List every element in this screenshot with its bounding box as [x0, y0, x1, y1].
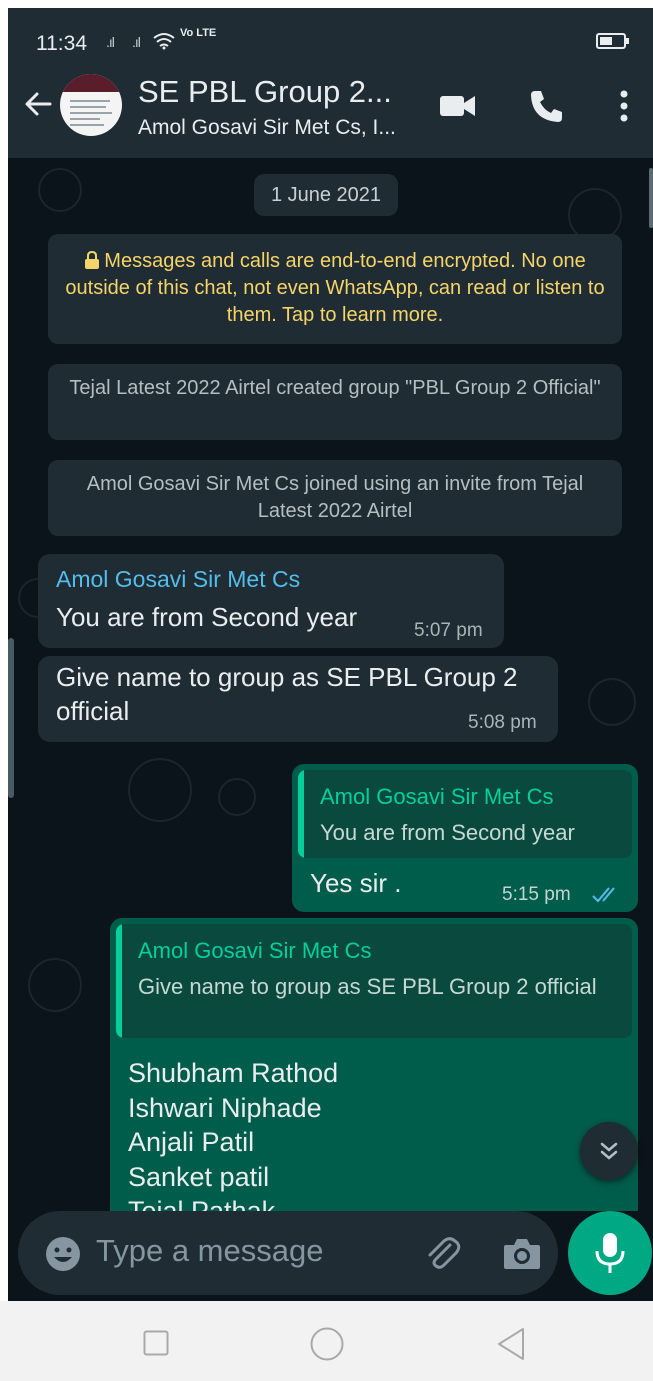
- date-chip: 1 June 2021: [254, 174, 398, 216]
- message-time: 5:07 pm: [414, 620, 483, 641]
- quoted-sender: Amol Gosavi Sir Met Cs: [320, 784, 554, 809]
- quoted-sender: Amol Gosavi Sir Met Cs: [138, 938, 372, 963]
- mic-button[interactable]: [568, 1211, 652, 1295]
- encryption-text: Messages and calls are end-to-end encryp…: [65, 250, 605, 326]
- chat-scrollbar[interactable]: [649, 168, 653, 228]
- system-nav-bar: [0, 1301, 653, 1381]
- message-text: You are from Second year: [56, 602, 358, 632]
- message-input[interactable]: Type a message: [18, 1211, 558, 1295]
- message-text: Yes sir .: [310, 868, 402, 898]
- camera-icon[interactable]: [502, 1235, 542, 1271]
- video-call-icon[interactable]: [438, 86, 478, 126]
- edge-handle: [8, 638, 14, 798]
- incoming-message[interactable]: Amol Gosavi Sir Met Cs You are from Seco…: [38, 554, 504, 648]
- message-line: Tejal Pathak: [128, 1196, 276, 1211]
- app-frame: 11:34 .ıl .ıl Vo LTE SE PBL Group 2... A…: [8, 8, 653, 1301]
- signal-icon: .ıl: [106, 34, 115, 50]
- chat-header: SE PBL Group 2... Amol Gosavi Sir Met Cs…: [8, 56, 653, 158]
- quoted-message[interactable]: Amol Gosavi Sir Met Cs Give name to grou…: [116, 924, 632, 1038]
- back-arrow-icon[interactable]: [20, 86, 56, 122]
- outgoing-message[interactable]: Amol Gosavi Sir Met Cs Give name to grou…: [110, 918, 638, 1211]
- chat-participants[interactable]: Amol Gosavi Sir Met Cs, I...: [138, 116, 396, 140]
- lock-icon: [84, 250, 100, 269]
- voice-call-icon[interactable]: [526, 86, 566, 126]
- message-composer: Type a message: [8, 1211, 653, 1301]
- system-message: Tejal Latest 2022 Airtel created group "…: [48, 364, 622, 440]
- network-indicator: Vo LTE: [180, 27, 217, 39]
- scroll-to-bottom-button[interactable]: [580, 1122, 638, 1180]
- back-nav-icon[interactable]: [495, 1327, 527, 1361]
- group-avatar[interactable]: [60, 74, 122, 136]
- message-line: Shubham Rathod: [128, 1058, 339, 1088]
- wifi-icon: [153, 33, 175, 50]
- system-message: Amol Gosavi Sir Met Cs joined using an i…: [48, 460, 622, 536]
- outgoing-message[interactable]: Amol Gosavi Sir Met Cs You are from Seco…: [292, 764, 638, 912]
- encryption-notice[interactable]: Messages and calls are end-to-end encryp…: [48, 234, 622, 344]
- battery-icon: [596, 33, 629, 49]
- double-chevron-down-icon: [600, 1142, 618, 1160]
- emoji-icon[interactable]: [44, 1235, 82, 1273]
- home-icon[interactable]: [310, 1327, 344, 1361]
- incoming-message[interactable]: Give name to group as SE PBL Group 2 off…: [38, 656, 558, 742]
- message-line: Anjali Patil: [128, 1127, 255, 1157]
- quoted-text: You are from Second year: [320, 820, 575, 845]
- status-bar: 11:34 .ıl .ıl Vo LTE: [8, 8, 653, 56]
- message-text: Shubham Rathod Ishwari Niphade Anjali Pa…: [128, 1056, 338, 1211]
- quoted-message[interactable]: Amol Gosavi Sir Met Cs You are from Seco…: [298, 770, 632, 858]
- message-time: 5:08 pm: [468, 712, 537, 733]
- quoted-text: Give name to group as SE PBL Group 2 off…: [138, 974, 597, 999]
- chat-area[interactable]: 1 June 2021 Messages and calls are end-t…: [8, 158, 653, 1211]
- mic-icon: [595, 1233, 625, 1273]
- attach-icon[interactable]: [422, 1233, 462, 1273]
- chat-title[interactable]: SE PBL Group 2...: [138, 74, 392, 110]
- status-time: 11:34: [36, 32, 87, 55]
- recent-apps-icon[interactable]: [143, 1330, 169, 1356]
- message-placeholder[interactable]: Type a message: [96, 1233, 323, 1269]
- message-line: Sanket patil: [128, 1161, 270, 1192]
- message-line: Ishwari Niphade: [128, 1092, 322, 1123]
- more-options-icon[interactable]: [604, 86, 644, 126]
- sender-name[interactable]: Amol Gosavi Sir Met Cs: [56, 566, 300, 593]
- signal-icon: .ıl: [132, 34, 141, 50]
- message-time: 5:15 pm: [502, 884, 571, 905]
- read-receipt-icon: [592, 887, 615, 903]
